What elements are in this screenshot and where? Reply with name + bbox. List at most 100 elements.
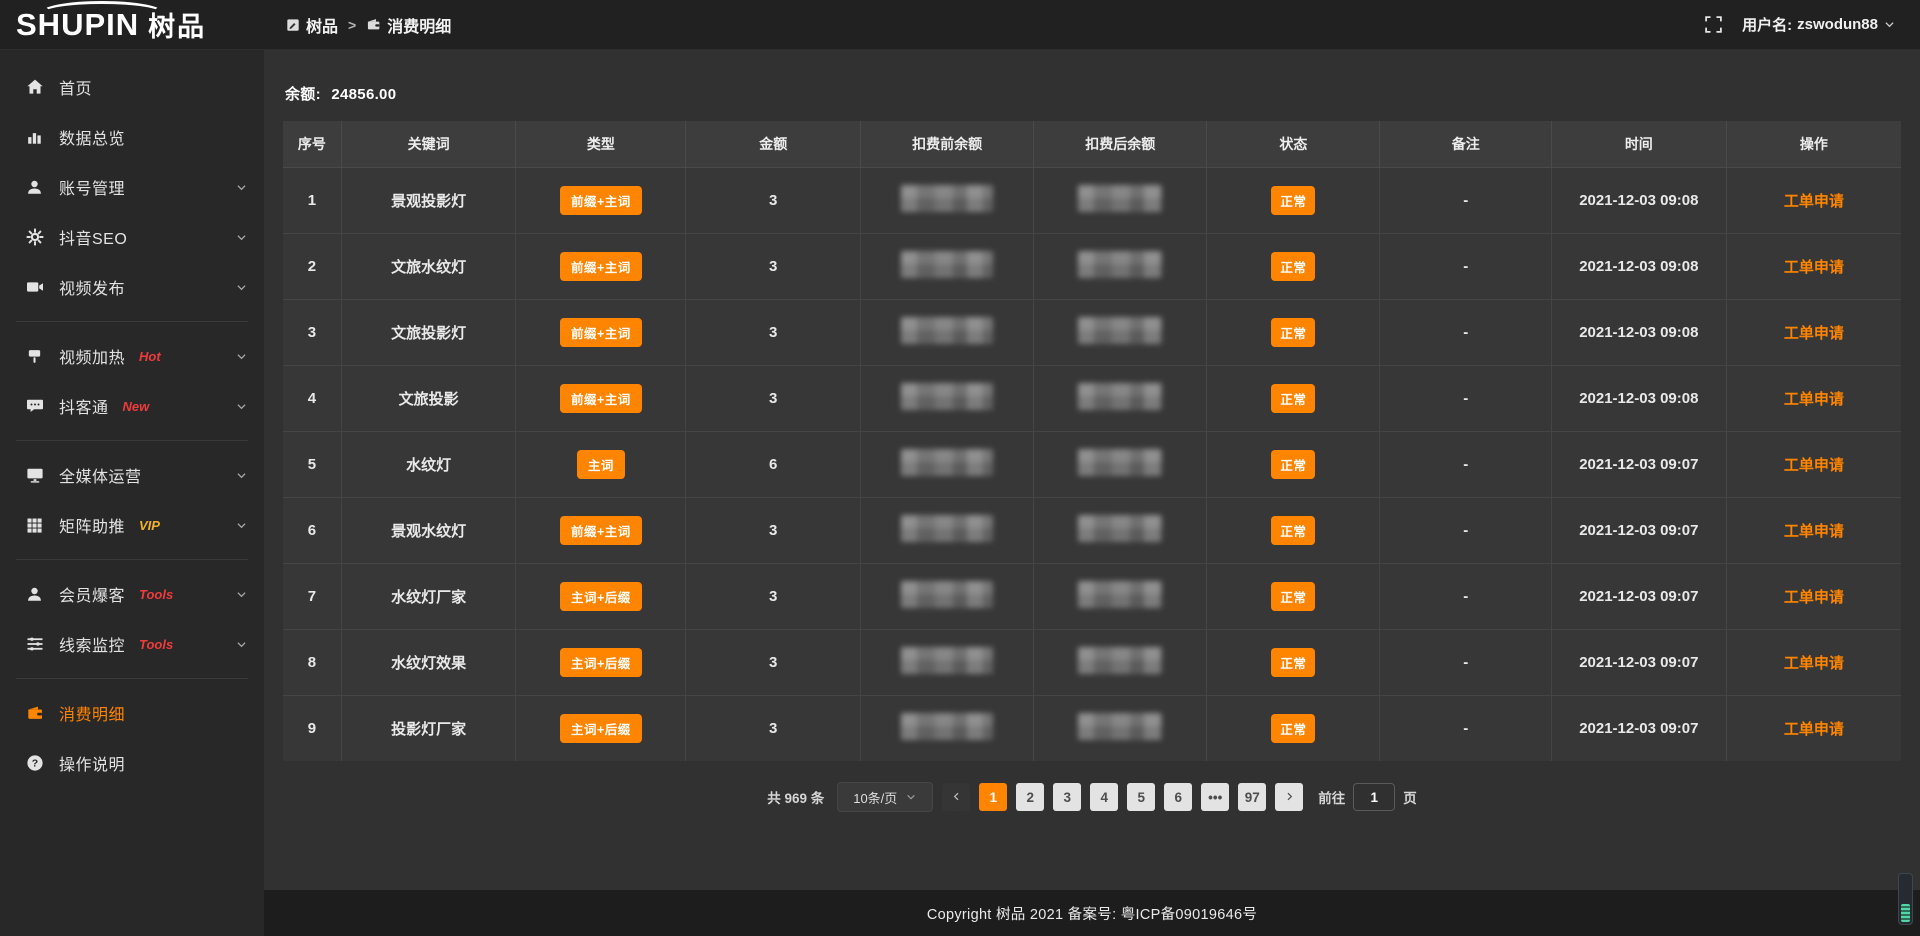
sidebar-item-13[interactable]: ? 操作说明 <box>0 738 264 788</box>
table-row: 9 投影灯厂家 主词+后缀 3 正常 - 2021-12-03 09:07 工单… <box>283 695 1901 761</box>
breadcrumb-separator: > <box>348 17 356 33</box>
breadcrumb-home-label: 树品 <box>306 13 338 37</box>
sidebar-item-12[interactable]: 消费明细 <box>0 688 264 738</box>
work-order-link[interactable]: 工单申请 <box>1784 193 1844 210</box>
blurred-balance-before <box>901 317 993 344</box>
chevron-down-icon <box>1883 18 1896 31</box>
balance-label: 余额: <box>285 86 321 103</box>
type-badge: 前缀+主词 <box>560 318 642 347</box>
blurred-balance-after <box>1078 383 1162 410</box>
chevron-down-icon <box>905 791 917 803</box>
fullscreen-icon[interactable] <box>1704 15 1724 35</box>
page-button-5[interactable]: 5 <box>1127 783 1155 811</box>
goto-page: 前往 页 <box>1318 783 1417 811</box>
column-header: 序号 <box>283 121 341 167</box>
sidebar-item-8[interactable]: 全媒体运营 <box>0 450 264 500</box>
sidebar-item-11[interactable]: 线索监控 Tools <box>0 619 264 669</box>
blurred-balance-after <box>1078 515 1162 542</box>
sidebar-divider <box>16 559 248 560</box>
page-more-button[interactable]: ••• <box>1201 783 1229 811</box>
main-content: 余额: 24856.00 序号关键词类型金额扣费前余额扣费后余额状态备注时间操作… <box>264 50 1920 936</box>
work-order-link[interactable]: 工单申请 <box>1784 523 1844 540</box>
user-menu[interactable]: 用户名: zswodun88 <box>1742 14 1896 35</box>
username-value: zswodun88 <box>1797 16 1878 33</box>
prev-page-button[interactable] <box>942 783 970 811</box>
balance-summary: 余额: 24856.00 <box>285 83 1901 104</box>
blurred-balance-before <box>901 449 993 476</box>
sidebar-item-label: 操作说明 <box>59 751 125 775</box>
footer: Copyright 树品 2021 备案号: 粤ICP备09019646号 <box>264 890 1920 936</box>
sidebar-item-label: 首页 <box>59 75 92 99</box>
blurred-balance-before <box>901 185 993 212</box>
sidebar-item-2[interactable]: 数据总览 <box>0 112 264 162</box>
sidebar-item-7[interactable]: 抖客通 New <box>0 381 264 431</box>
chat-icon <box>25 397 44 416</box>
status-badge: 正常 <box>1271 318 1315 347</box>
breadcrumb-home[interactable]: 树品 <box>286 13 338 37</box>
sidebar-item-9[interactable]: 矩阵助推 VIP <box>0 500 264 550</box>
sidebar-item-label: 视频加热 <box>59 344 125 368</box>
next-page-button[interactable] <box>1275 783 1303 811</box>
column-header: 关键词 <box>341 121 516 167</box>
status-badge: 正常 <box>1271 648 1315 677</box>
topbar-right: 用户名: zswodun88 <box>1704 14 1920 35</box>
heat-icon <box>25 347 44 366</box>
sidebar-item-label: 账号管理 <box>59 175 125 199</box>
work-order-link[interactable]: 工单申请 <box>1784 721 1844 738</box>
page-button-4[interactable]: 4 <box>1090 783 1118 811</box>
sidebar-item-label: 矩阵助推 <box>59 513 125 537</box>
column-header: 操作 <box>1726 121 1901 167</box>
chevron-down-icon <box>235 181 248 194</box>
document-icon <box>286 18 300 32</box>
video-icon <box>25 278 44 297</box>
sidebar-item-1[interactable]: 首页 <box>0 62 264 112</box>
work-order-link[interactable]: 工单申请 <box>1784 259 1844 276</box>
work-order-link[interactable]: 工单申请 <box>1784 655 1844 672</box>
sidebar-item-label: 全媒体运营 <box>59 463 142 487</box>
page-button-6[interactable]: 6 <box>1164 783 1192 811</box>
sidebar-item-5[interactable]: 视频发布 <box>0 262 264 312</box>
page-button-1[interactable]: 1 <box>979 783 1007 811</box>
page-size-select[interactable]: 10条/页 <box>837 782 933 812</box>
type-badge: 主词+后缀 <box>560 582 642 611</box>
page-button-2[interactable]: 2 <box>1016 783 1044 811</box>
pagination-total: 共 969 条 <box>767 787 824 807</box>
table-row: 6 景观水纹灯 前缀+主词 3 正常 - 2021-12-03 09:07 工单… <box>283 497 1901 563</box>
page-buttons: 123456 ••• 97 <box>979 783 1266 811</box>
status-badge: 正常 <box>1271 516 1315 545</box>
goto-page-input[interactable] <box>1353 783 1395 811</box>
work-order-link[interactable]: 工单申请 <box>1784 391 1844 408</box>
status-badge: 正常 <box>1271 252 1315 281</box>
column-header: 类型 <box>516 121 686 167</box>
work-order-link[interactable]: 工单申请 <box>1784 457 1844 474</box>
work-order-link[interactable]: 工单申请 <box>1784 325 1844 342</box>
sidebar-item-3[interactable]: 账号管理 <box>0 162 264 212</box>
type-badge: 主词+后缀 <box>560 714 642 743</box>
type-badge: 前缀+主词 <box>560 186 642 215</box>
work-order-link[interactable]: 工单申请 <box>1784 589 1844 606</box>
sidebar-item-6[interactable]: 视频加热 Hot <box>0 331 264 381</box>
page-button-3[interactable]: 3 <box>1053 783 1081 811</box>
status-badge: 正常 <box>1271 714 1315 743</box>
user-icon <box>25 178 44 197</box>
blurred-balance-after <box>1078 317 1162 344</box>
sidebar-item-label: 线索监控 <box>59 632 125 656</box>
table-row: 1 景观投影灯 前缀+主词 3 正常 - 2021-12-03 09:08 工单… <box>283 167 1901 233</box>
breadcrumb-current-label: 消费明细 <box>387 13 451 37</box>
monitor-icon <box>25 466 44 485</box>
type-badge: 主词 <box>577 450 625 479</box>
svg-text:?: ? <box>31 758 37 770</box>
table-row: 2 文旅水纹灯 前缀+主词 3 正常 - 2021-12-03 09:08 工单… <box>283 233 1901 299</box>
sidebar-item-tag: Tools <box>139 637 173 652</box>
sidebar-item-4[interactable]: 抖音SEO <box>0 212 264 262</box>
scrollbar-widget[interactable] <box>1898 873 1913 925</box>
breadcrumb-current[interactable]: 消费明细 <box>366 13 451 37</box>
sidebar-item-10[interactable]: 会员爆客 Tools <box>0 569 264 619</box>
logo-text-en: SHUPIN <box>16 9 139 40</box>
sidebar-item-label: 数据总览 <box>59 125 125 149</box>
type-badge: 前缀+主词 <box>560 252 642 281</box>
page-button-97[interactable]: 97 <box>1238 783 1266 811</box>
table-body: 1 景观投影灯 前缀+主词 3 正常 - 2021-12-03 09:08 工单… <box>283 167 1901 761</box>
sidebar-item-tag: VIP <box>139 518 160 533</box>
chevron-down-icon <box>235 588 248 601</box>
